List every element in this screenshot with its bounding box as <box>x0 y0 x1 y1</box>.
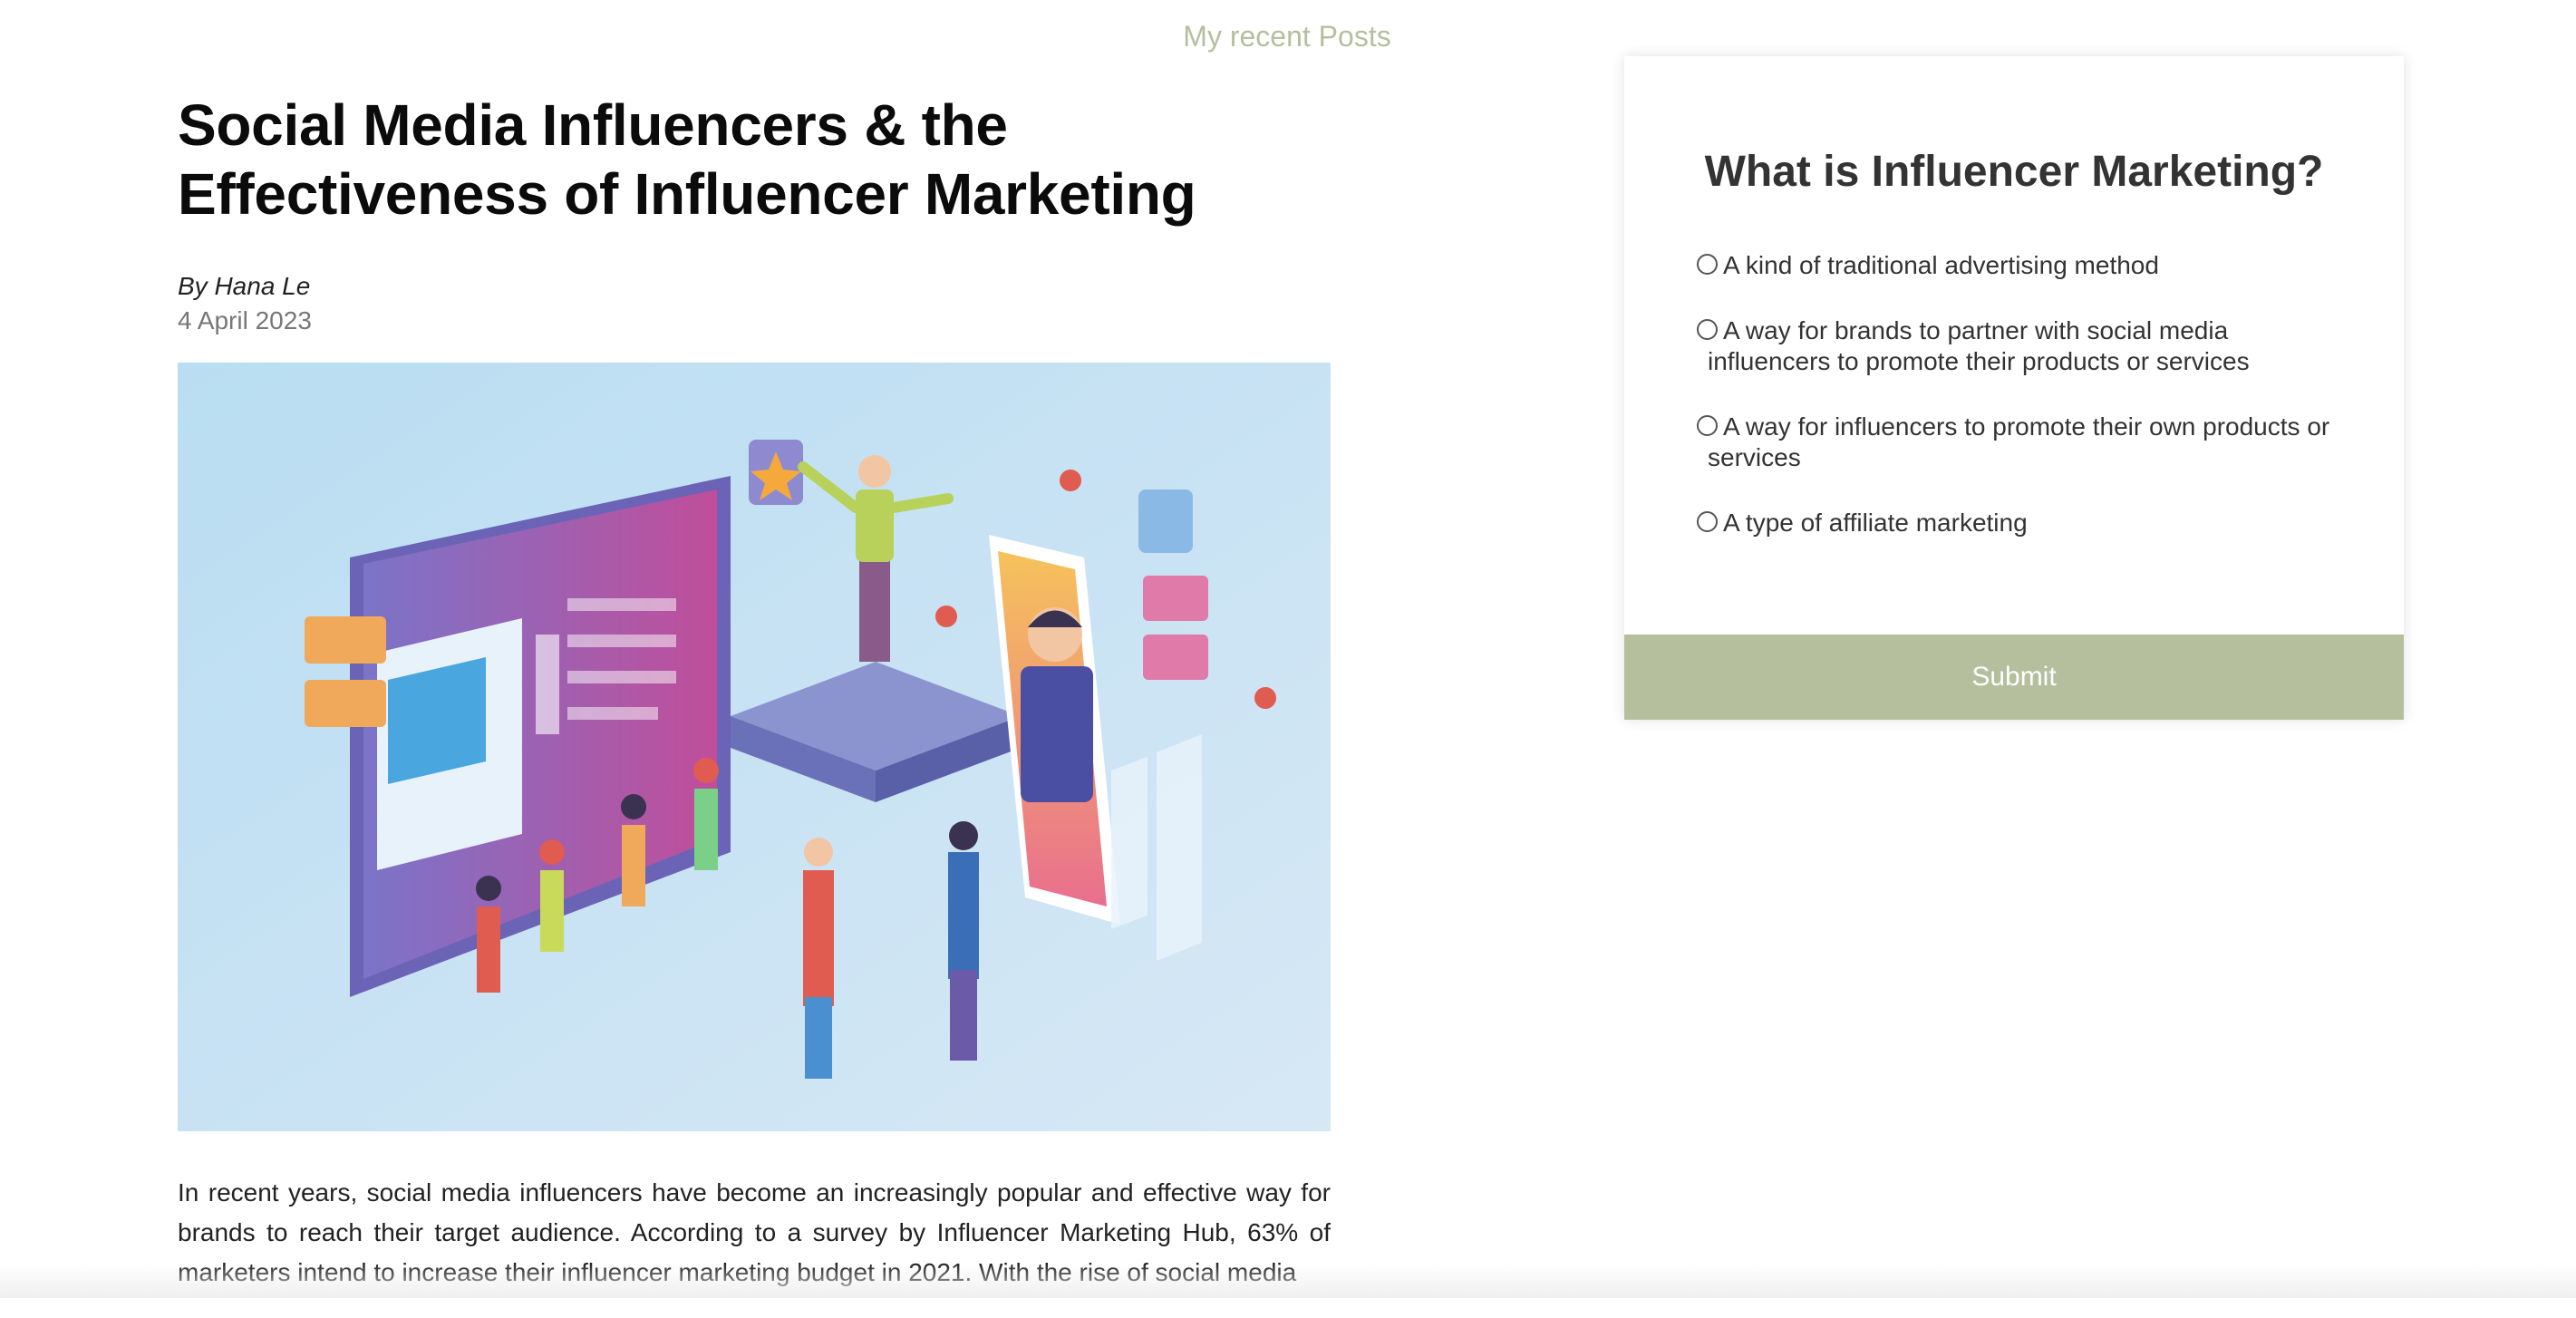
article-title: Social Media Influencers & the Effective… <box>178 91 1331 228</box>
radio-circle-icon[interactable] <box>1697 511 1718 532</box>
quiz-option-1[interactable]: A kind of traditional advertising method <box>1697 250 2349 281</box>
article-date: 4 April 2023 <box>178 306 312 334</box>
quiz-option-3[interactable]: A way for influencers to promote their o… <box>1697 412 2349 473</box>
article-body: In recent years, social media influencer… <box>178 1178 1331 1286</box>
radio-circle-icon[interactable] <box>1697 319 1718 340</box>
radio-circle-icon[interactable] <box>1697 415 1718 436</box>
article-title-line-2: Effectiveness of Influencer Marketing <box>178 161 1196 227</box>
quiz-option-3-label: A way for influencers to promote their o… <box>1708 412 2330 471</box>
quiz-option-2-label: A way for brands to partner with social … <box>1708 316 2250 375</box>
article-title-line-1: Social Media Influencers & the <box>178 92 1008 158</box>
submit-button[interactable]: Submit <box>1624 635 2404 720</box>
quiz-title: What is Influencer Marketing? <box>1704 148 2324 196</box>
quiz-option-2[interactable]: A way for brands to partner with social … <box>1697 315 2349 377</box>
quiz-options: A kind of traditional advertising method… <box>1697 250 2349 573</box>
quiz-option-4-label: A type of affiliate marketing <box>1723 509 2028 537</box>
hero-illustration <box>178 363 1331 1131</box>
recent-posts-link[interactable]: My recent Posts <box>1178 20 1396 53</box>
quiz-option-4[interactable]: A type of affiliate marketing <box>1697 508 2349 538</box>
quiz-option-1-label: A kind of traditional advertising method <box>1723 251 2159 279</box>
article: Social Media Influencers & the Effective… <box>178 91 1331 1318</box>
article-byline: By Hana Le <box>178 272 311 300</box>
quiz-card: What is Influencer Marketing? A kind of … <box>1624 56 2404 720</box>
radio-circle-icon[interactable] <box>1697 254 1718 275</box>
